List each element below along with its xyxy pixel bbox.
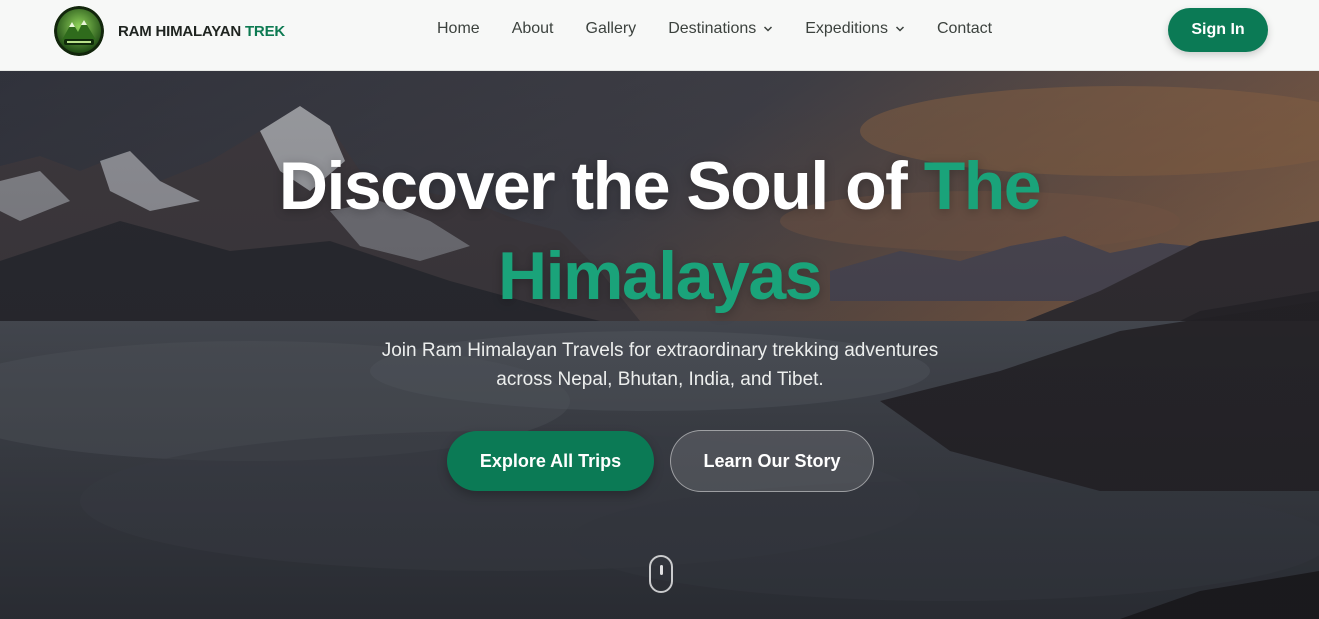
learn-our-story-button[interactable]: Learn Our Story [670, 430, 874, 492]
nav-item-home[interactable]: Home [437, 20, 480, 38]
mouse-scroll-icon[interactable] [649, 555, 673, 593]
nav-item-expeditions[interactable]: Expeditions [805, 20, 905, 38]
nav-label: Contact [936, 20, 993, 37]
brand-name-primary: RAM HIMALAYAN [118, 22, 241, 40]
mountain-logo-icon[interactable] [54, 6, 104, 56]
subtitle-line: across Nepal, Bhutan, India, and Tibet. [496, 369, 824, 390]
hero-headline: Discover the Soul of The Himalayas [0, 141, 1319, 321]
headline-text: Discover the Soul of [278, 148, 908, 224]
nav-item-contact[interactable]: Contact [937, 20, 992, 38]
nav-label: Expeditions [805, 20, 888, 37]
brand-name[interactable]: RAM HIMALAYAN TREK [118, 23, 285, 40]
subtitle-line: Join Ram Himalayan Travels for extraordi… [381, 340, 939, 361]
headline-accent: The [923, 148, 1042, 224]
explore-all-trips-button[interactable]: Explore All Trips [447, 431, 654, 491]
brand[interactable]: RAM HIMALAYAN TREK [54, 6, 285, 56]
hero-subtitle: Join Ram Himalayan Travels for extraordi… [310, 336, 1010, 394]
sign-in-button[interactable]: Sign In [1168, 8, 1268, 52]
chevron-down-icon [764, 26, 773, 32]
scroll-wheel [659, 565, 663, 575]
nav-label: Home [437, 20, 480, 37]
chevron-down-icon [895, 26, 904, 32]
headline-accent: Himalayas [498, 238, 822, 314]
navbar: RAM HIMALAYAN TREK Home About Gallery Des… [0, 0, 1319, 71]
nav-item-about[interactable]: About [512, 20, 554, 38]
nav-label: Destinations [668, 20, 757, 37]
nav-item-gallery[interactable]: Gallery [586, 20, 637, 38]
hero-section: Discover the Soul of The Himalayas Join … [0, 71, 1319, 619]
nav-label: About [511, 20, 554, 37]
main-nav: Home About Gallery Destinations Expediti… [437, 0, 992, 58]
brand-name-accent: TREK [244, 22, 286, 40]
nav-label: Gallery [585, 20, 637, 37]
nav-item-destinations[interactable]: Destinations [668, 20, 773, 38]
